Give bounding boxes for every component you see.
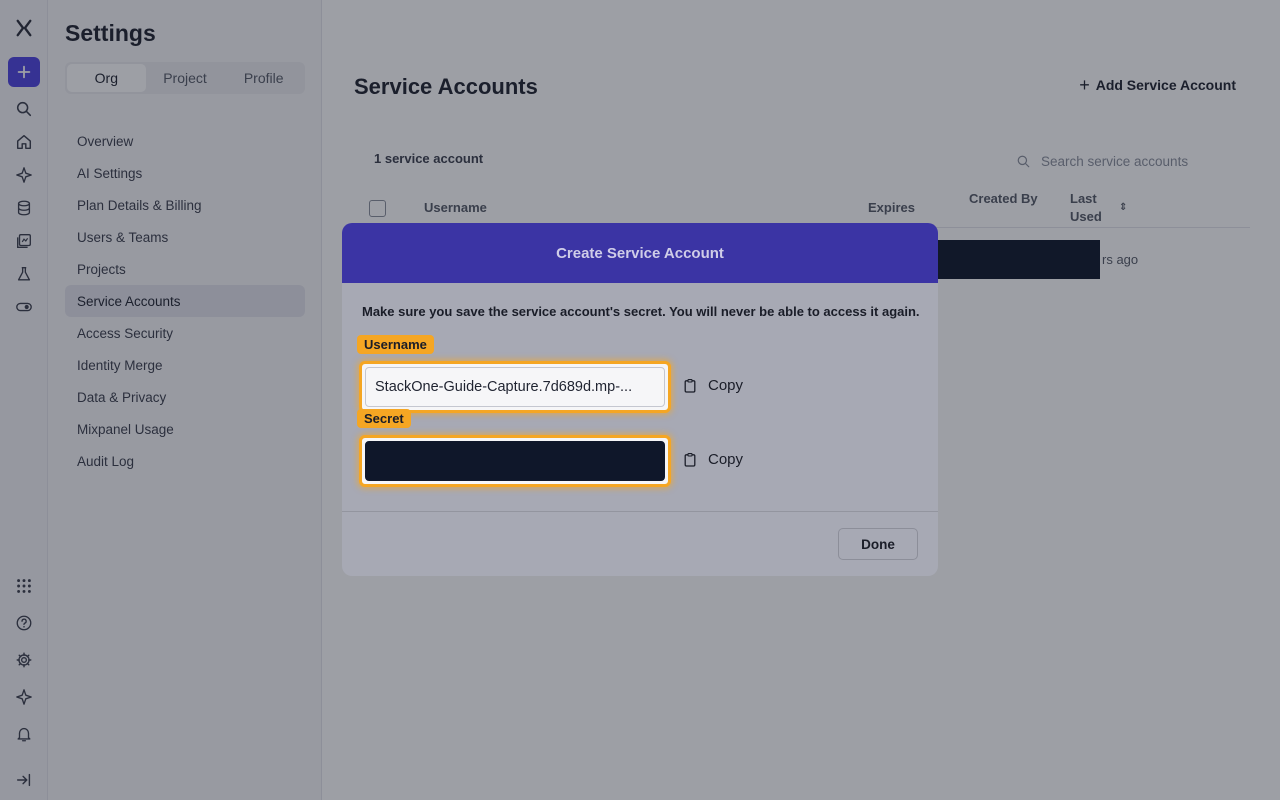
clipboard-icon xyxy=(684,452,696,467)
secret-label: Secret xyxy=(357,409,411,428)
username-value[interactable]: StackOne-Guide-Capture.7d689d.mp-... xyxy=(365,367,665,407)
username-field[interactable]: StackOne-Guide-Capture.7d689d.mp-... xyxy=(359,361,671,413)
copy-username-label: Copy xyxy=(708,377,744,394)
username-label: Username xyxy=(357,335,434,354)
dialog-divider xyxy=(342,511,938,512)
dialog-header: Create Service Account xyxy=(342,223,938,283)
copy-username-button[interactable]: Copy xyxy=(682,377,743,394)
copy-secret-button[interactable]: Copy xyxy=(682,451,743,468)
dialog-message: Make sure you save the service account's… xyxy=(362,304,920,319)
secret-field[interactable] xyxy=(359,435,671,487)
copy-secret-label: Copy xyxy=(708,451,744,468)
secret-value-redacted[interactable] xyxy=(365,441,665,481)
dialog-title: Create Service Account xyxy=(556,244,724,262)
clipboard-icon xyxy=(684,378,696,393)
create-service-account-dialog: Create Service Account Make sure you sav… xyxy=(342,223,938,576)
done-button[interactable]: Done xyxy=(838,528,918,560)
